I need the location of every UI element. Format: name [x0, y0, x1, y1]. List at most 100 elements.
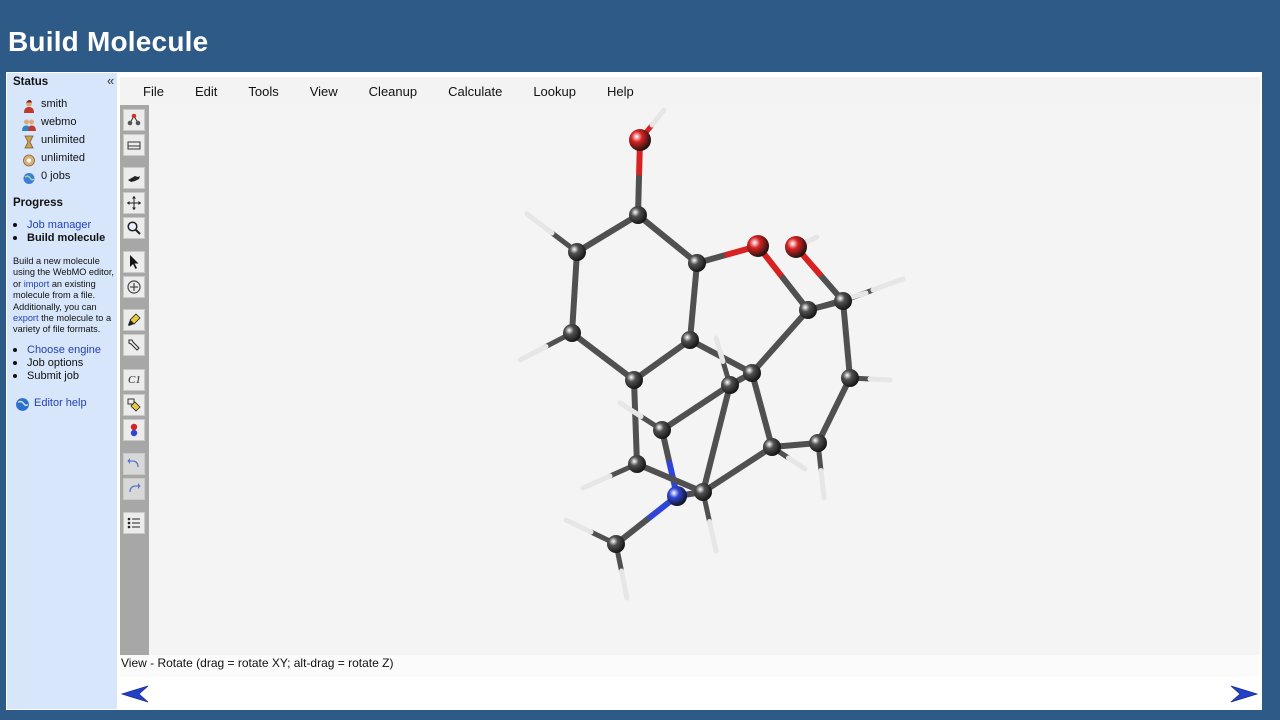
status-item-group: webmo	[22, 114, 76, 131]
oxygen-atom[interactable]	[747, 235, 769, 257]
add-atom-button[interactable]	[123, 276, 145, 298]
rotate-view-icon	[128, 176, 140, 182]
status-item-storage: unlimited	[22, 150, 86, 167]
choose-engine-link[interactable]: Choose engine	[27, 344, 101, 356]
symmetry-c1-icon: C1	[128, 374, 141, 386]
menu-help[interactable]: Help	[607, 84, 634, 99]
carbon-atom[interactable]	[653, 421, 671, 439]
progress-item-job-manager[interactable]: Job manager	[13, 219, 91, 231]
carbon-atom[interactable]	[568, 243, 586, 261]
carbon-atom[interactable]	[763, 438, 781, 456]
bond	[713, 335, 726, 364]
charge-button[interactable]	[123, 419, 145, 441]
cleanup-brush-button[interactable]	[123, 309, 145, 331]
carbon-atom[interactable]	[799, 301, 817, 319]
jobs-globe-icon	[23, 173, 35, 184]
status-jobs-label: 0 jobs	[41, 170, 71, 182]
carbon-atom[interactable]	[607, 535, 625, 553]
oxygen-atom[interactable]	[785, 236, 807, 258]
submit-job-label: Submit job	[27, 370, 79, 382]
bullet	[13, 361, 17, 365]
comprehensive-cleanup-button[interactable]	[123, 394, 145, 416]
symmetry-button[interactable]: C1	[123, 369, 145, 391]
redo-icon	[129, 483, 141, 493]
carbon-atom[interactable]	[625, 371, 643, 389]
bullet	[13, 223, 17, 227]
menu-view[interactable]: View	[310, 84, 338, 99]
adjust-wrench-button[interactable]	[123, 334, 145, 356]
next-step-choose-engine[interactable]: Choose engine	[13, 344, 101, 356]
build-tool-button[interactable]	[123, 109, 145, 131]
editor-help-link[interactable]: Editor help	[34, 397, 87, 409]
job-options-label: Job options	[27, 357, 84, 369]
nitrogen-atom[interactable]	[667, 486, 687, 506]
template-tool-button[interactable]	[123, 134, 145, 156]
carbon-atom[interactable]	[841, 369, 859, 387]
progress-heading: Progress	[13, 197, 63, 209]
molecule-viewer[interactable]	[149, 105, 1260, 655]
status-item-user: smith	[22, 96, 67, 113]
editor-help[interactable]: Editor help	[15, 393, 87, 412]
time-icon	[24, 135, 34, 149]
status-storage-label: unlimited	[41, 152, 86, 164]
carbon-atom[interactable]	[688, 254, 706, 272]
zoom-view-button[interactable]	[123, 217, 145, 239]
build-molecule-current: Build molecule	[27, 232, 106, 244]
menu-tools[interactable]: Tools	[248, 84, 278, 99]
charge-icon	[130, 423, 138, 437]
group-icon	[22, 119, 36, 131]
carbon-atom[interactable]	[694, 483, 712, 501]
adjust-wrench-icon	[128, 339, 140, 351]
list-button[interactable]	[123, 512, 145, 534]
undo-button[interactable]	[123, 453, 145, 475]
status-item-jobs: 0 jobs	[22, 168, 70, 184]
collapse-sidebar-button[interactable]: «	[107, 73, 114, 88]
carbon-atom[interactable]	[721, 376, 739, 394]
carbon-atom[interactable]	[563, 324, 581, 342]
progress-item-build-molecule: Build molecule	[13, 232, 105, 244]
next-arrow-icon[interactable]	[1229, 684, 1259, 704]
bond	[563, 517, 594, 535]
translate-view-button[interactable]	[123, 192, 145, 214]
sidebar: Status « smith webmo unlimited unlimited	[7, 73, 117, 709]
build-tool-icon	[127, 113, 141, 126]
oxygen-atom[interactable]	[629, 129, 651, 151]
export-link[interactable]: export	[13, 313, 39, 323]
job-manager-link[interactable]: Job manager	[27, 219, 91, 231]
menu-cleanup[interactable]: Cleanup	[369, 84, 417, 99]
bond	[818, 468, 827, 501]
previous-arrow-icon[interactable]	[120, 684, 150, 704]
redo-button[interactable]	[123, 478, 145, 500]
carbon-atom[interactable]	[834, 292, 852, 310]
menu-file[interactable]: File	[143, 84, 164, 99]
menu-edit[interactable]: Edit	[195, 84, 217, 99]
bond	[524, 211, 555, 236]
next-step-submit-job: Submit job	[13, 370, 79, 382]
user-icon	[24, 100, 34, 113]
select-pointer-button[interactable]	[123, 251, 145, 273]
status-heading: Status	[13, 76, 49, 88]
menu-calculate[interactable]: Calculate	[448, 84, 502, 99]
menu-lookup[interactable]: Lookup	[533, 84, 576, 99]
symmetry-c-text: C1	[128, 374, 141, 386]
editor-toolbar: C1	[120, 105, 149, 655]
add-atom-icon	[127, 280, 141, 294]
status-time-label: unlimited	[41, 134, 86, 146]
bullet	[13, 236, 17, 240]
import-link[interactable]: import	[24, 279, 50, 289]
carbon-atom[interactable]	[743, 364, 761, 382]
page-title: Build Molecule	[8, 26, 209, 57]
carbon-atom[interactable]	[628, 455, 646, 473]
carbon-atom[interactable]	[809, 434, 827, 452]
carbon-atom[interactable]	[629, 206, 647, 224]
editor-menubar: File Edit Tools View Cleanup Calculate L…	[120, 77, 1260, 105]
build-description: Build a new molecule using the WebMO edi…	[13, 256, 117, 336]
bond	[867, 376, 893, 383]
bond	[786, 455, 808, 472]
zoom-view-icon	[127, 221, 141, 235]
bond	[870, 276, 906, 293]
carbon-atom[interactable]	[681, 331, 699, 349]
rotate-view-button[interactable]	[123, 167, 145, 189]
bullet	[13, 374, 17, 378]
molecule-canvas[interactable]	[149, 105, 1260, 655]
